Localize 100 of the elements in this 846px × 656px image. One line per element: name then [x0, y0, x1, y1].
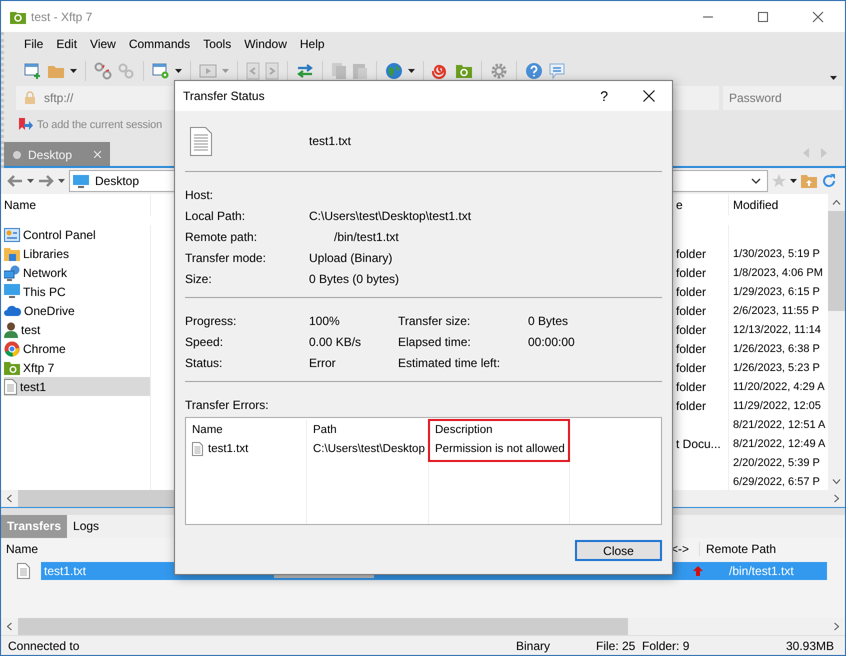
caret-icon[interactable] — [27, 179, 34, 183]
globe-icon[interactable] — [385, 62, 403, 80]
refresh-icon[interactable] — [821, 173, 837, 189]
desktop-item[interactable]: Chrome — [4, 339, 150, 358]
window-gear-icon[interactable] — [152, 62, 170, 80]
bookmark-arrow-icon[interactable] — [18, 117, 34, 133]
connection-status: Connected to — [8, 638, 80, 652]
new-window-icon[interactable] — [24, 62, 42, 80]
modified-date: 1/29/2023, 6:15 P — [733, 286, 820, 298]
desktop-item[interactable]: OneDrive — [4, 301, 150, 320]
file-type: t Docu... — [676, 436, 721, 450]
page-left-icon[interactable] — [246, 62, 260, 80]
field-label: Status: — [185, 356, 222, 370]
close-button[interactable]: Close — [575, 540, 662, 561]
section-label: Transfer Errors: — [185, 398, 270, 412]
file-counts: File: 25 Folder: 9 — [596, 638, 690, 652]
file-type: folder — [676, 304, 706, 318]
desktop-item[interactable]: Xftp 7 — [4, 358, 150, 377]
panel-tab[interactable]: Logs — [67, 515, 106, 538]
app-folder-icon[interactable] — [455, 63, 473, 79]
column-header[interactable]: Name — [192, 424, 223, 436]
broken-link-icon[interactable] — [94, 62, 112, 80]
field-value: Error — [309, 356, 336, 370]
file-type: folder — [676, 266, 706, 280]
password-field[interactable]: Password — [723, 86, 843, 110]
total-size: 30.93MB — [786, 638, 834, 652]
close-icon[interactable] — [812, 10, 824, 22]
play-icon[interactable] — [199, 63, 217, 79]
desktop-item[interactable]: This PC — [4, 282, 150, 301]
column-header[interactable]: Remote Path — [706, 542, 776, 556]
caret-icon[interactable] — [830, 76, 837, 80]
settings-icon[interactable] — [490, 62, 508, 80]
caret-icon[interactable] — [58, 179, 65, 183]
desktop-item[interactable]: test1 — [4, 377, 150, 396]
menu-item[interactable]: Commands — [124, 37, 200, 51]
field-value: 100% — [309, 314, 340, 328]
menu-item[interactable]: Window — [240, 37, 296, 51]
desktop-item[interactable]: Control Panel — [4, 225, 150, 244]
caret-icon[interactable] — [70, 69, 77, 73]
transfer-arrows-icon[interactable] — [296, 64, 314, 78]
field-label: Host: — [185, 188, 214, 202]
chevron-down-icon — [751, 178, 761, 184]
menu-item[interactable]: View — [86, 37, 125, 51]
chat-icon[interactable] — [548, 62, 566, 80]
scroll-down-icon[interactable] — [832, 479, 841, 484]
table-cell: C:\Users\test\Desktop — [313, 443, 425, 455]
modified-date: 8/21/2022, 12:49 A — [733, 438, 826, 450]
scroll-left-icon[interactable] — [7, 622, 12, 631]
field-label: Speed: — [185, 334, 224, 348]
scroll-right-icon[interactable] — [834, 622, 839, 631]
scroll-left-icon[interactable] — [7, 494, 12, 503]
caret-icon[interactable] — [175, 69, 182, 73]
maximize-icon[interactable] — [757, 10, 769, 22]
caret-icon[interactable] — [408, 69, 415, 73]
desktop-item[interactable]: test — [4, 320, 150, 339]
caret-icon[interactable] — [790, 179, 797, 183]
scroll-right-icon[interactable] — [834, 494, 839, 503]
page-right-icon[interactable] — [265, 62, 279, 80]
browser-icon — [4, 340, 20, 356]
field-label: Size: — [185, 272, 212, 286]
column-header[interactable]: Description — [435, 424, 493, 436]
field-value: Upload (Binary) — [309, 250, 392, 264]
table-cell: Permission is not allowed — [435, 443, 565, 455]
field-label: Progress: — [185, 314, 236, 328]
star-icon[interactable] — [772, 174, 786, 188]
column-header[interactable]: Name — [4, 198, 36, 212]
field-label: Transfer mode: — [185, 250, 266, 264]
field-label: Local Path: — [185, 208, 246, 222]
scroll-up-icon[interactable] — [832, 200, 841, 205]
document-icon — [4, 378, 17, 394]
column-header[interactable]: Name — [6, 542, 38, 556]
file-name: test1.txt — [309, 134, 352, 148]
file-type: folder — [676, 284, 706, 298]
menu-item[interactable]: File — [20, 37, 52, 51]
help-icon[interactable] — [525, 62, 543, 80]
field-value: /bin/test1.txt — [333, 230, 399, 244]
monitor-icon — [73, 174, 89, 188]
help-button[interactable]: ? — [600, 88, 608, 104]
app-folder-icon — [4, 360, 20, 374]
menu-item[interactable]: Help — [296, 37, 334, 51]
file-type: folder — [676, 398, 706, 412]
modified-date: 2/6/2023, 11:55 P — [733, 304, 820, 316]
desktop-item[interactable]: Libraries — [4, 244, 150, 263]
back-arrow-icon[interactable] — [7, 175, 23, 187]
column-header[interactable]: Modified — [733, 198, 778, 212]
modified-date: 2/20/2022, 5:39 P — [733, 456, 820, 468]
modified-date: 1/30/2023, 5:19 P — [733, 248, 820, 260]
field-value: C:\Users\test\Desktop\test1.txt — [309, 208, 472, 222]
menu-item[interactable]: Tools — [199, 37, 240, 51]
column-header[interactable]: e — [676, 198, 683, 212]
close-icon[interactable] — [643, 90, 655, 102]
modified-date: 12/13/2022, 11:14 — [733, 324, 821, 336]
desktop-item[interactable]: Network — [4, 263, 150, 282]
forward-arrow-icon[interactable] — [38, 175, 54, 187]
field-label: Estimated time left: — [398, 356, 500, 370]
network-icon — [4, 264, 20, 280]
document-icon — [190, 126, 212, 156]
column-header[interactable]: Path — [313, 424, 337, 436]
table-cell: test1.txt — [208, 443, 248, 455]
menu-item[interactable]: Edit — [52, 37, 86, 51]
